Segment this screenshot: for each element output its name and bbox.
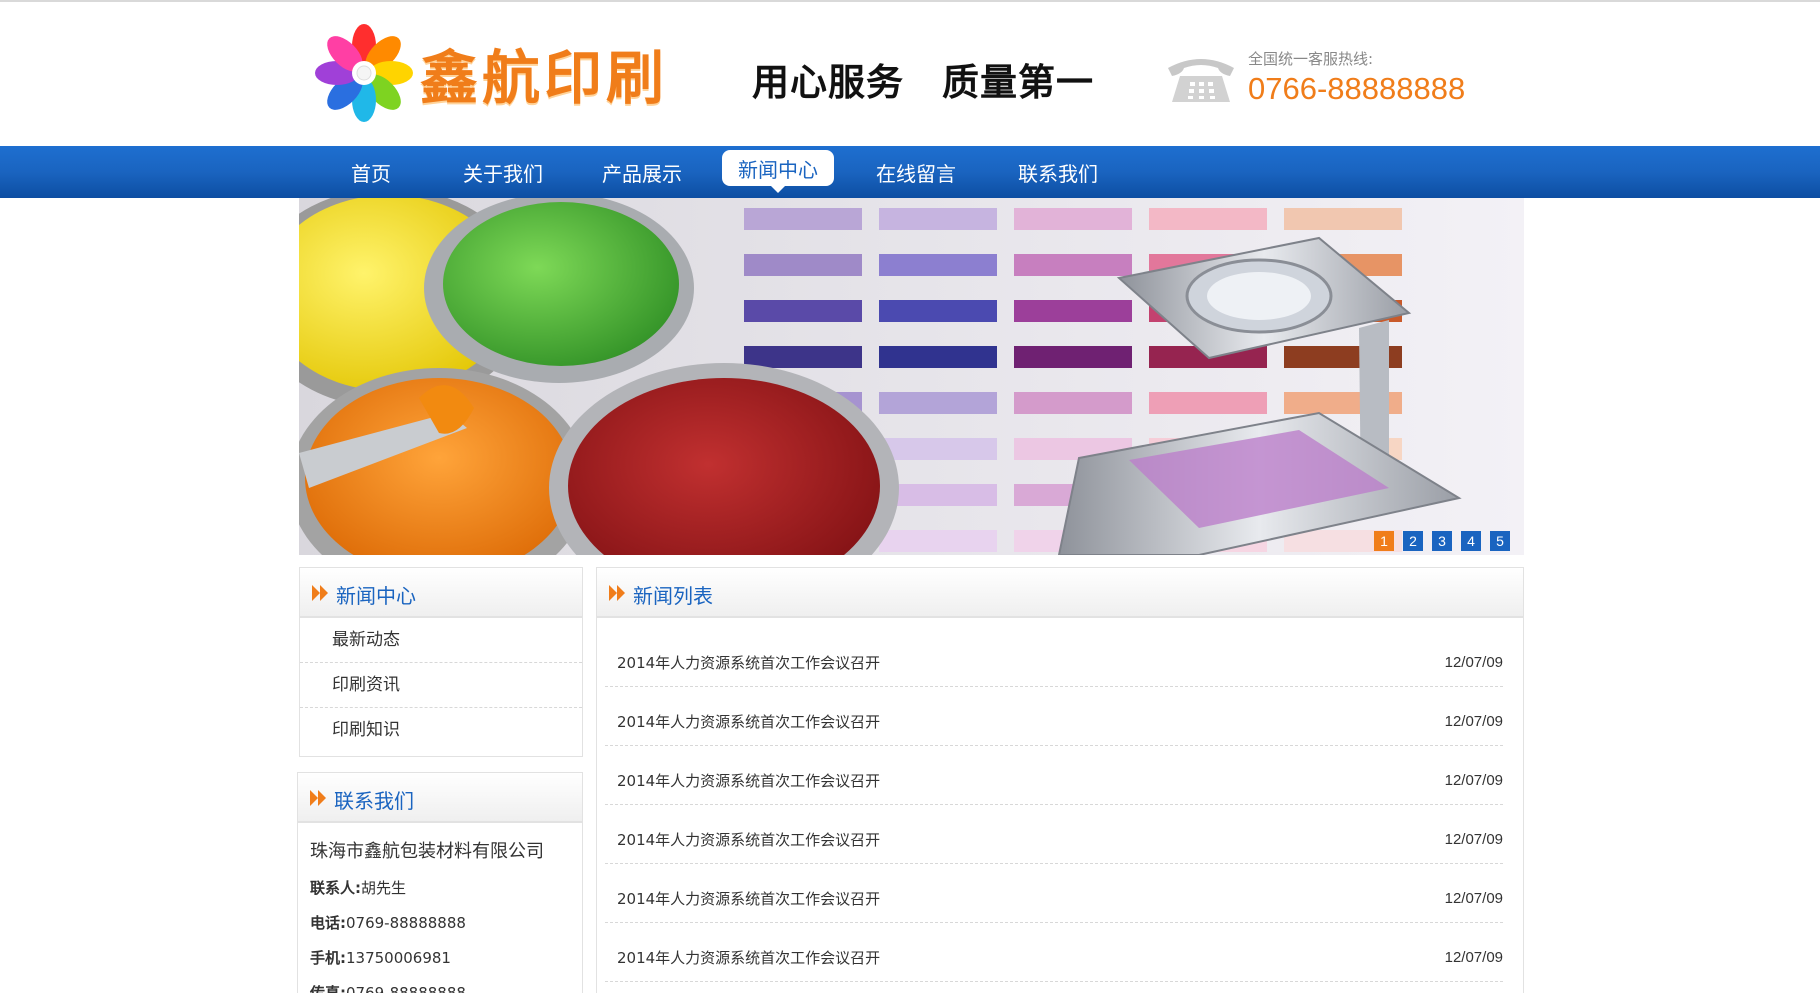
color-swatch: [879, 300, 997, 322]
slide-dot-5[interactable]: 5: [1490, 531, 1510, 551]
contact-tel: 电话:0769-88888888: [310, 914, 466, 932]
contact-person: 联系人:胡先生: [310, 879, 407, 897]
color-swatch: [1149, 208, 1267, 230]
contact-fax: 传真:0769-88888888: [310, 984, 466, 993]
color-swatch: [744, 346, 862, 368]
logo-text: 鑫航印刷: [420, 44, 669, 112]
list-item[interactable]: 2014年人力资源系统首次工作会议召开 12/07/09: [605, 864, 1503, 923]
telephone-icon: [1168, 58, 1234, 102]
news-category-panel: 新闻中心 最新动态 印刷资讯 印刷知识: [299, 567, 583, 757]
nav-item-news[interactable]: 新闻中心: [722, 146, 834, 198]
slogan-quality: 质量第一: [942, 61, 1094, 104]
color-swatch: [879, 208, 997, 230]
hotline-label: 全国统一客服热线:: [1248, 50, 1374, 68]
slide-dot-3[interactable]: 3: [1432, 531, 1452, 551]
panel-header: 新闻列表: [597, 568, 1523, 618]
nav-item-about[interactable]: 关于我们: [438, 146, 568, 198]
sidebar-item-printing-info[interactable]: 印刷资讯: [300, 663, 582, 708]
panel-title: 新闻列表: [633, 584, 713, 608]
nav-item-message[interactable]: 在线留言: [856, 146, 976, 198]
slogan: 用心服务 质量第一: [752, 52, 1094, 106]
contact-panel: 联系我们 珠海市鑫航包装材料有限公司 联系人:胡先生 电话:0769-88888…: [297, 772, 583, 993]
sidebar-item-printing-knowledge[interactable]: 印刷知识: [300, 708, 582, 753]
hotline-number[interactable]: 0766-88888888: [1248, 71, 1465, 107]
double-chevron-right-icon: [312, 585, 328, 601]
nav-item-home[interactable]: 首页: [320, 146, 422, 198]
list-item[interactable]: 2014年人力资源系统首次工作会议召开 12/07/09: [605, 746, 1503, 805]
news-title[interactable]: 2014年人力资源系统首次工作会议召开: [617, 711, 880, 732]
slide-indicators: 1 2 3 4 5: [1365, 531, 1510, 551]
color-swatch: [1014, 254, 1132, 276]
color-swatch: [1284, 208, 1402, 230]
news-title[interactable]: 2014年人力资源系统首次工作会议召开: [617, 888, 880, 909]
slide-dot-1[interactable]: 1: [1374, 531, 1394, 551]
color-swatch: [744, 254, 862, 276]
banner-slideshow[interactable]: 1 2 3 4 5: [299, 198, 1524, 555]
color-swatch: [1014, 346, 1132, 368]
news-date: 12/07/09: [1444, 713, 1503, 730]
color-swatch: [879, 346, 997, 368]
color-swatch: [879, 438, 997, 460]
panel-title: 新闻中心: [336, 584, 416, 608]
color-swatch: [1014, 392, 1132, 414]
main-nav: 首页 关于我们 产品展示 新闻中心 在线留言 联系我们: [0, 146, 1820, 198]
color-swatch: [879, 392, 997, 414]
list-item[interactable]: 2014年人力资源系统首次工作会议召开 12/07/09: [605, 805, 1503, 864]
color-swatch: [1014, 300, 1132, 322]
list-item[interactable]: 2014年人力资源系统首次工作会议召开 12/07/09: [605, 923, 1503, 982]
flower-logo-icon: [315, 24, 413, 122]
news-date: 12/07/09: [1444, 654, 1503, 671]
panel-header: 新闻中心: [300, 568, 582, 618]
color-swatch: [1149, 392, 1267, 414]
hotline: 全国统一客服热线: 0766-88888888: [1164, 48, 1465, 107]
news-title[interactable]: 2014年人力资源系统首次工作会议召开: [617, 829, 880, 850]
slide-dot-2[interactable]: 2: [1403, 531, 1423, 551]
panel-title: 联系我们: [334, 789, 414, 813]
news-date: 12/07/09: [1444, 890, 1503, 907]
nav-item-products[interactable]: 产品展示: [582, 146, 702, 198]
color-swatch: [879, 254, 997, 276]
color-swatch: [879, 530, 997, 552]
nav-item-contact[interactable]: 联系我们: [998, 146, 1118, 198]
news-title[interactable]: 2014年人力资源系统首次工作会议召开: [617, 770, 880, 791]
double-chevron-right-icon: [609, 585, 625, 601]
slogan-service: 用心服务: [752, 61, 904, 104]
sidebar-item-latest-news[interactable]: 最新动态: [300, 618, 582, 663]
slide-dot-4[interactable]: 4: [1461, 531, 1481, 551]
news-date: 12/07/09: [1444, 831, 1503, 848]
news-date: 12/07/09: [1444, 772, 1503, 789]
news-title[interactable]: 2014年人力资源系统首次工作会议召开: [617, 652, 880, 673]
list-item[interactable]: 2014年人力资源系统首次工作会议召开 12/07/09: [605, 687, 1503, 746]
banner-image: [299, 198, 1524, 555]
contact-mobile: 手机:13750006981: [310, 949, 451, 967]
news-date: 12/07/09: [1444, 949, 1503, 966]
news-list: 2014年人力资源系统首次工作会议召开 12/07/09 2014年人力资源系统首…: [605, 628, 1503, 982]
news-list-panel: 新闻列表 2014年人力资源系统首次工作会议召开 12/07/09 2014年人力…: [596, 567, 1524, 993]
logo[interactable]: 鑫航印刷: [314, 18, 674, 128]
color-swatch: [744, 300, 862, 322]
double-chevron-right-icon: [310, 790, 326, 806]
company-name: 珠海市鑫航包装材料有限公司: [310, 841, 544, 862]
color-swatch: [1014, 208, 1132, 230]
news-title[interactable]: 2014年人力资源系统首次工作会议召开: [617, 947, 880, 968]
color-swatch: [744, 208, 862, 230]
list-item[interactable]: 2014年人力资源系统首次工作会议召开 12/07/09: [605, 628, 1503, 687]
site-header: 鑫航印刷 用心服务 质量第一 全国统一客服热线: 0766-88888888: [0, 2, 1820, 146]
panel-header: 联系我们: [298, 773, 582, 823]
